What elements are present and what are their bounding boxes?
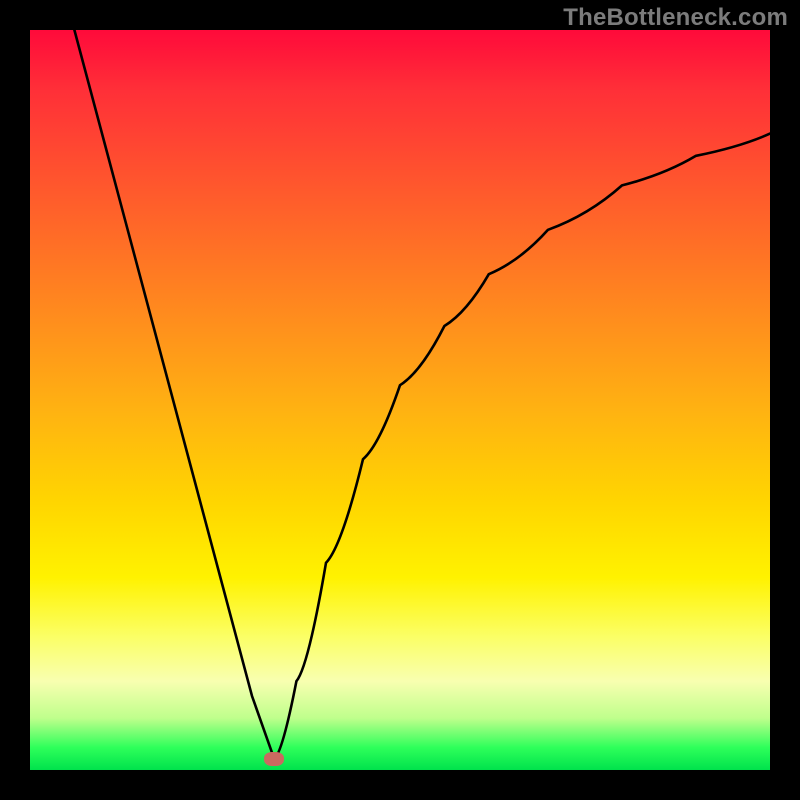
- optimal-point-marker: [264, 752, 284, 766]
- bottleneck-curve: [74, 30, 770, 759]
- chart-frame: TheBottleneck.com: [0, 0, 800, 800]
- plot-area: [30, 30, 770, 770]
- watermark-text: TheBottleneck.com: [563, 4, 788, 32]
- curve-svg: [30, 30, 770, 770]
